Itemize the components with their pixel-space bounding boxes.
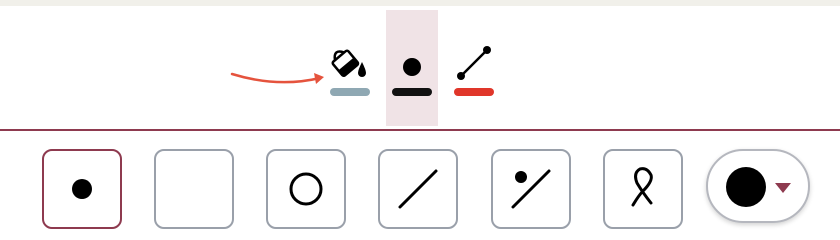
style-toolbar	[0, 6, 840, 130]
line-tool-icon	[398, 169, 438, 209]
point-color-swatch	[392, 88, 432, 96]
lasso-tool-icon	[631, 167, 653, 207]
line-style-button[interactable]	[448, 10, 500, 126]
hint-arrow-icon	[230, 72, 324, 84]
circle-tool-icon	[289, 172, 323, 206]
fill-color-swatch	[330, 88, 370, 96]
color-picker-button[interactable]	[706, 149, 810, 223]
lasso-tool-button[interactable]	[603, 149, 683, 229]
point-line-tool-button[interactable]	[491, 149, 571, 229]
point-icon	[403, 58, 421, 76]
point-style-button[interactable]	[386, 10, 438, 126]
circle-tool-button[interactable]	[266, 149, 346, 229]
empty-tool-button[interactable]	[154, 149, 234, 229]
line-tool-button[interactable]	[378, 149, 458, 229]
line-segment-icon	[457, 46, 491, 80]
point-tool-button[interactable]	[42, 149, 122, 229]
line-color-swatch	[454, 88, 494, 96]
point-line-tool-icon	[511, 169, 551, 209]
current-color-dot	[726, 167, 766, 207]
chevron-down-icon	[775, 183, 791, 193]
paint-bucket-icon	[331, 49, 366, 77]
fill-style-button[interactable]	[324, 10, 376, 126]
tool-row	[0, 131, 840, 240]
point-tool-icon	[72, 179, 92, 199]
